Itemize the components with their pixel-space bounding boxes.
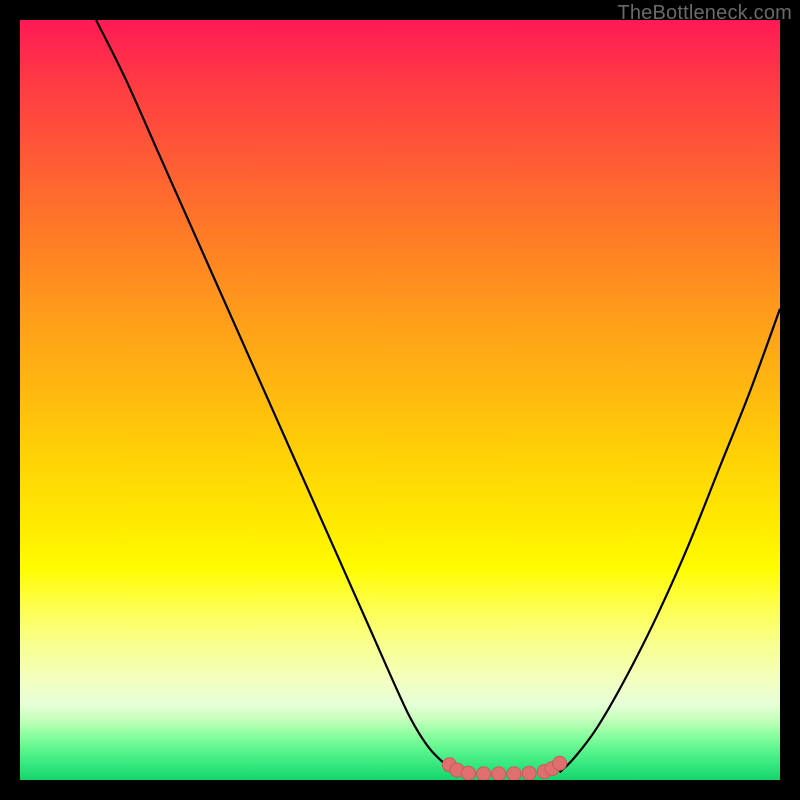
heatmap-gradient	[20, 20, 780, 780]
plot-area	[20, 20, 780, 780]
chart-stage: TheBottleneck.com	[0, 0, 800, 800]
